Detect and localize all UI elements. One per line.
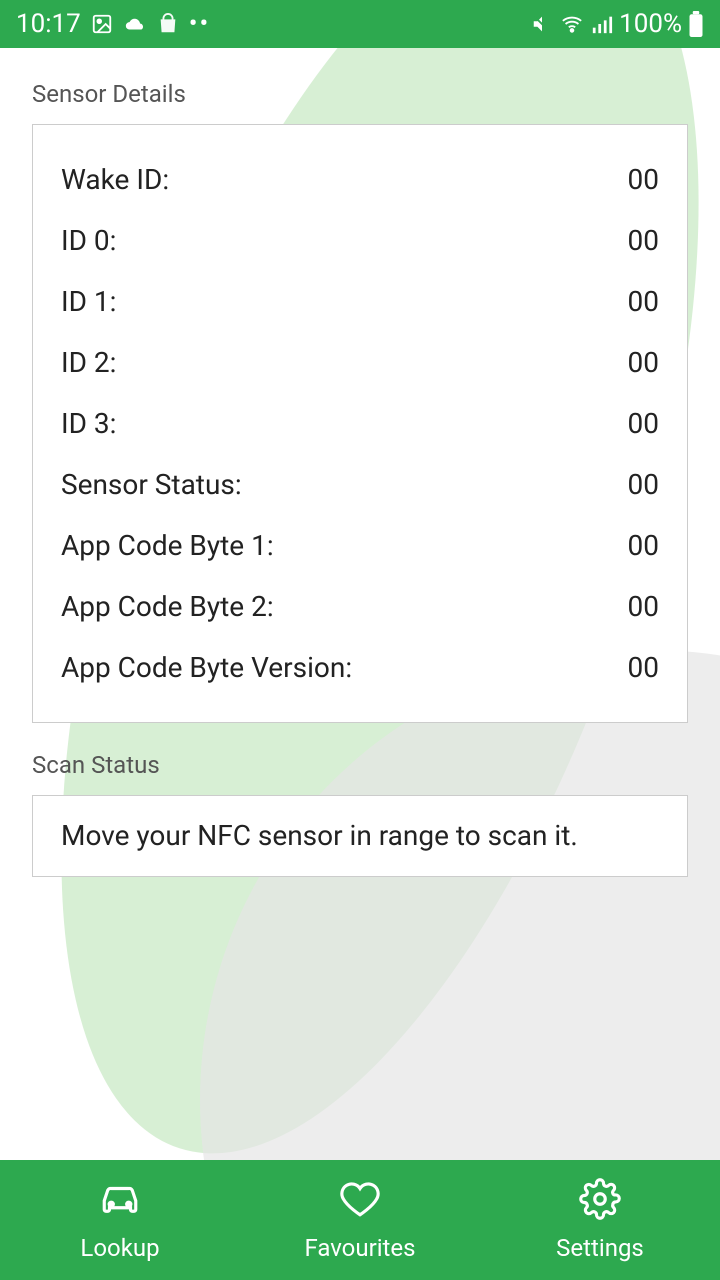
scan-status-title: Scan Status <box>32 751 688 779</box>
car-icon <box>99 1178 141 1226</box>
status-time: 10:17 <box>16 9 81 39</box>
scan-status-message: Move your NFC sensor in range to scan it… <box>61 818 659 854</box>
sensor-details-card: Wake ID: 00 ID 0: 00 ID 1: 00 ID 2: 00 ID 3:… <box>32 124 688 723</box>
table-row: ID 2: 00 <box>61 332 659 393</box>
row-value: 00 <box>628 285 659 318</box>
row-value: 00 <box>628 651 659 684</box>
table-row: App Code Byte 2: 00 <box>61 576 659 637</box>
table-row: ID 3: 00 <box>61 393 659 454</box>
table-row: Sensor Status: 00 <box>61 454 659 515</box>
row-label: App Code Byte 1: <box>61 529 274 562</box>
nav-lookup[interactable]: Lookup <box>0 1160 240 1280</box>
table-row: ID 0: 00 <box>61 210 659 271</box>
cloud-icon <box>123 13 147 35</box>
row-label: ID 2: <box>61 346 116 379</box>
wifi-icon <box>559 13 585 35</box>
nav-favourites[interactable]: Favourites <box>240 1160 480 1280</box>
sensor-details-title: Sensor Details <box>32 80 688 108</box>
table-row: Wake ID: 00 <box>61 149 659 210</box>
more-icon: •• <box>189 9 211 39</box>
row-value: 00 <box>628 163 659 196</box>
nav-settings[interactable]: Settings <box>480 1160 720 1280</box>
nav-lookup-label: Lookup <box>80 1234 159 1262</box>
row-label: Sensor Status: <box>61 468 242 501</box>
row-value: 00 <box>628 590 659 623</box>
table-row: App Code Byte Version: 00 <box>61 637 659 698</box>
mute-icon <box>531 13 553 35</box>
heart-icon <box>339 1178 381 1226</box>
shopping-bag-icon <box>157 13 179 35</box>
row-label: ID 3: <box>61 407 116 440</box>
scan-status-section: Scan Status Move your NFC sensor in rang… <box>32 751 688 877</box>
battery-icon <box>688 11 704 37</box>
bottom-nav: Lookup Favourites Settings <box>0 1160 720 1280</box>
table-row: ID 1: 00 <box>61 271 659 332</box>
nav-favourites-label: Favourites <box>304 1234 415 1262</box>
row-value: 00 <box>628 468 659 501</box>
row-value: 00 <box>628 224 659 257</box>
row-value: 00 <box>628 346 659 379</box>
image-icon <box>91 13 113 35</box>
table-row: App Code Byte 1: 00 <box>61 515 659 576</box>
sensor-details-section: Sensor Details Wake ID: 00 ID 0: 00 ID 1: 0… <box>32 80 688 723</box>
scan-status-card: Move your NFC sensor in range to scan it… <box>32 795 688 877</box>
row-label: ID 0: <box>61 224 116 257</box>
status-battery-pct: 100% <box>619 9 682 39</box>
row-value: 00 <box>628 407 659 440</box>
status-bar: 10:17 •• 100% <box>0 0 720 48</box>
gear-icon <box>579 1178 621 1226</box>
row-label: App Code Byte Version: <box>61 651 352 684</box>
row-label: Wake ID: <box>61 163 169 196</box>
row-label: App Code Byte 2: <box>61 590 274 623</box>
nav-settings-label: Settings <box>556 1234 644 1262</box>
signal-icon <box>591 13 613 35</box>
row-label: ID 1: <box>61 285 116 318</box>
row-value: 00 <box>628 529 659 562</box>
